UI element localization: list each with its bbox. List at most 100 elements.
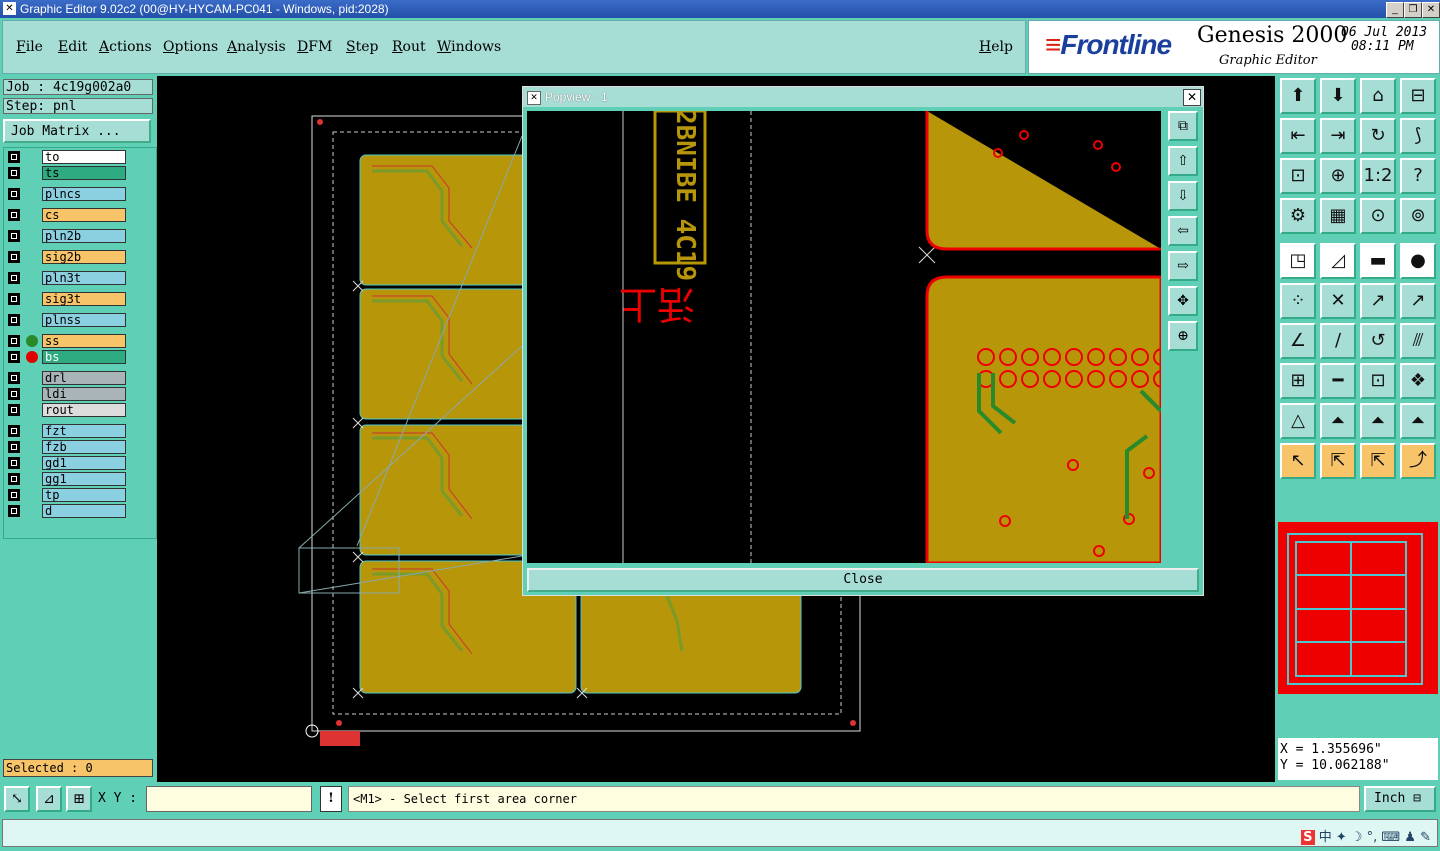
layer-row-ss[interactable]: ss [6,334,126,348]
pointer-frame-icon[interactable]: ⇱ [1360,443,1396,479]
layer-checkbox[interactable] [8,314,20,326]
pointer-box-icon[interactable]: ⇱ [1320,443,1356,479]
layer-checkbox[interactable] [8,188,20,200]
measure-icon[interactable]: ⊿ [36,786,62,812]
help-icon[interactable]: ? [1400,158,1436,194]
layer-name[interactable]: plncs [42,187,126,201]
layer-checkbox[interactable] [8,230,20,242]
pointer-icon[interactable]: ↖ [1280,443,1316,479]
layer-checkbox[interactable] [8,404,20,416]
menu-options[interactable]: Options [163,39,218,55]
redraw-icon[interactable]: ↻ [1360,118,1396,154]
arc-icon[interactable]: ↺ [1360,323,1396,359]
menu-actions[interactable]: Actions [99,39,152,55]
triangle-icon[interactable]: △ [1280,403,1316,439]
scale-1to1-icon[interactable]: 1:2 [1360,158,1396,194]
layer-name[interactable]: rout [42,403,126,417]
layer-row-sig3t[interactable]: sig3t [6,292,126,306]
layer-name[interactable]: sig2b [42,250,126,264]
layer-row-plncs[interactable]: plncs [6,187,126,201]
add-pad-icon[interactable]: ⊞ [1280,363,1316,399]
popview-zoom-in-button[interactable]: ✥ [1168,286,1198,316]
layer-checkbox[interactable] [8,425,20,437]
layer-name[interactable]: gg1 [42,472,126,486]
snap-mode-icon[interactable]: ⤡ [4,786,30,812]
layer-row-fzt[interactable]: fzt [6,424,126,438]
filter-icon[interactable]: ⫻ [1400,323,1436,359]
shapes-icon[interactable]: ❖ [1400,363,1436,399]
maximize-button[interactable]: ❐ [1404,2,1422,18]
select-icon[interactable]: ◳ [1280,243,1316,279]
triangle-select-icon[interactable]: ⏶ [1360,403,1396,439]
layer-checkbox[interactable] [8,473,20,485]
job-matrix-button[interactable]: Job Matrix ... [3,119,151,143]
layer-name[interactable]: pln2b [42,229,126,243]
minus-icon[interactable]: ━ [1320,363,1356,399]
layer-checkbox[interactable] [8,151,20,163]
layer-row-ldi[interactable]: ldi [6,387,126,401]
popview-titlebar[interactable]: ✕ Popview - 1 [523,87,1203,107]
xy-input[interactable] [146,786,312,812]
popview-canvas[interactable]: 活上 2BNIBE 4C19 [527,111,1161,563]
layer-checkbox[interactable] [8,335,20,347]
layer-name[interactable]: fzb [42,440,126,454]
menu-help[interactable]: Help [979,39,1013,55]
pan-left-icon[interactable]: ⇤ [1280,118,1316,154]
menu-file[interactable]: File [16,39,43,55]
layer-row-plnss[interactable]: plnss [6,313,126,327]
alert-button[interactable]: ! [320,786,342,812]
angle-icon[interactable]: ∠ [1280,323,1316,359]
resize-icon[interactable]: ⊡ [1360,363,1396,399]
overview-minimap[interactable] [1278,522,1438,694]
layer-checkbox[interactable] [8,351,20,363]
layer-row-pln3t[interactable]: pln3t [6,271,126,285]
pan-right-icon[interactable]: ⇥ [1320,118,1356,154]
home-up-icon[interactable]: ⬆ [1280,78,1316,114]
settings-icon[interactable]: ⚙ [1280,198,1316,234]
menu-rout[interactable]: Rout [392,39,426,55]
popview-zoom-fit-button[interactable]: ⧉ [1168,111,1198,141]
layer-name[interactable]: to [42,150,126,164]
draw-line-icon[interactable]: ◿ [1320,243,1356,279]
layer-row-drl[interactable]: drl [6,371,126,385]
menu-step[interactable]: Step [346,39,378,55]
fit-down-icon[interactable]: ⬇ [1320,78,1356,114]
layer-checkbox[interactable] [8,457,20,469]
zoom-area-icon[interactable]: ⊕ [1320,158,1356,194]
layer-row-d[interactable]: d [6,504,126,518]
copy-icon[interactable]: ↗ [1400,283,1436,319]
popview-close-button[interactable]: Close [527,568,1199,592]
layer-row-bs[interactable]: bs [6,350,126,364]
route-icon[interactable]: ⟆ [1400,118,1436,154]
layer-checkbox[interactable] [8,372,20,384]
connect-icon[interactable]: ⁘ [1280,283,1316,319]
popview-zoom-out-button[interactable]: ⊕ [1168,321,1198,351]
slash-icon[interactable]: ∕ [1320,323,1356,359]
layer-name[interactable]: ts [42,166,126,180]
layer-name[interactable]: tp [42,488,126,502]
pointer-connect-icon[interactable]: ⤴ [1400,443,1436,479]
close-window-button[interactable]: ✕ [1422,2,1440,18]
move-icon[interactable]: ↗ [1360,283,1396,319]
layer-name[interactable]: fzt [42,424,126,438]
split-view-icon[interactable]: ⊟ [1400,78,1436,114]
delete-icon[interactable]: ✕ [1320,283,1356,319]
layer-name[interactable]: bs [42,350,126,364]
grid-icon[interactable]: ▦ [1320,198,1356,234]
layer-checkbox[interactable] [8,167,20,179]
layer-checkbox[interactable] [8,209,20,221]
grid-snap-icon[interactable]: ⊞ [66,786,92,812]
layer-row-rout[interactable]: rout [6,403,126,417]
layer-name[interactable]: gd1 [42,456,126,470]
popview-close-icon[interactable]: ✕ [1183,89,1201,106]
layer-name[interactable]: pln3t [42,271,126,285]
menu-windows[interactable]: Windows [437,39,501,55]
layer-name[interactable]: drl [42,371,126,385]
layer-row-cs[interactable]: cs [6,208,126,222]
layer-row-pln2b[interactable]: pln2b [6,229,126,243]
fit-screen-icon[interactable]: ⊡ [1280,158,1316,194]
layer-name[interactable]: sig3t [42,292,126,306]
layer-checkbox[interactable] [8,293,20,305]
layer-row-to[interactable]: to [6,150,126,164]
snap-red-icon[interactable]: ⊙ [1360,198,1396,234]
